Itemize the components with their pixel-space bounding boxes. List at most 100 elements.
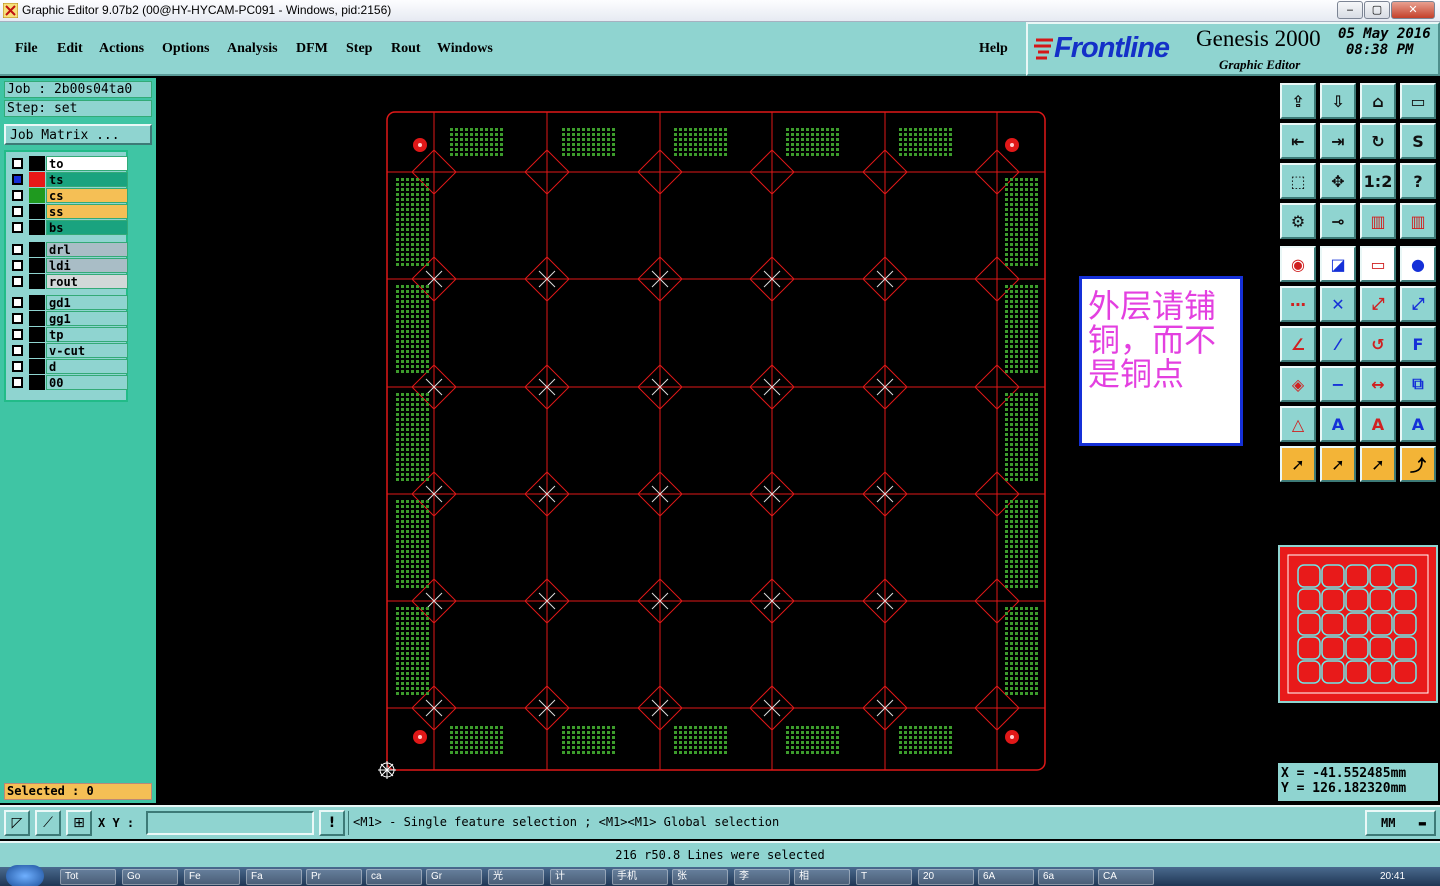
- home-icon[interactable]: ⇪: [1280, 83, 1316, 119]
- layer-checkbox[interactable]: [12, 313, 23, 324]
- group-icon[interactable]: ⧉: [1400, 366, 1436, 402]
- taskbar-item[interactable]: Gr: [426, 869, 482, 885]
- menu-help[interactable]: Help: [979, 41, 1008, 57]
- layer-checkbox[interactable]: [12, 377, 23, 388]
- layer-checkbox[interactable]: [12, 345, 23, 356]
- layer-checkbox[interactable]: [12, 174, 23, 185]
- layer-checkbox[interactable]: [12, 329, 23, 340]
- layer-row-gg1[interactable]: gg1: [10, 311, 128, 326]
- select-path-icon[interactable]: ⤴: [1400, 446, 1436, 482]
- title-bar[interactable]: Graphic Editor 9.07b2 (00@HY-HYCAM-PC091…: [0, 0, 1440, 22]
- home-step-icon[interactable]: ⌂: [1360, 83, 1396, 119]
- layer-checkbox[interactable]: [12, 190, 23, 201]
- layer-checkbox[interactable]: [12, 361, 23, 372]
- layer-name[interactable]: 00: [46, 375, 128, 390]
- menu-options[interactable]: Options: [162, 41, 209, 57]
- layer-name[interactable]: v-cut: [46, 343, 128, 358]
- layer-row-v-cut[interactable]: v-cut: [10, 343, 128, 358]
- taskbar-item[interactable]: Fa: [246, 869, 302, 885]
- start-button[interactable]: [6, 865, 44, 886]
- overview-thumbnail[interactable]: [1278, 545, 1438, 703]
- xy-input[interactable]: [146, 811, 314, 835]
- angle-icon[interactable]: ∠: [1280, 326, 1316, 362]
- menu-analysis[interactable]: Analysis: [227, 41, 278, 57]
- layer-name[interactable]: bs: [46, 220, 128, 235]
- layer-row-drl[interactable]: drl: [10, 242, 128, 257]
- transform-icon[interactable]: ◈: [1280, 366, 1316, 402]
- save-icon[interactable]: ⇩: [1320, 83, 1356, 119]
- window-icon[interactable]: ▭: [1400, 83, 1436, 119]
- layer-name[interactable]: d: [46, 359, 128, 374]
- layer-row-ldi[interactable]: ldi: [10, 258, 128, 273]
- layer-row-rout[interactable]: rout: [10, 274, 128, 289]
- menu-actions[interactable]: Actions: [99, 41, 144, 57]
- s-curve-icon[interactable]: S: [1400, 123, 1436, 159]
- taskbar-item[interactable]: 20: [918, 869, 974, 885]
- connect-icon[interactable]: ⋯: [1280, 286, 1316, 322]
- triangle-icon[interactable]: △: [1280, 406, 1316, 442]
- layer-name[interactable]: rout: [46, 274, 128, 289]
- snap-icon[interactable]: ⊸: [1320, 203, 1356, 239]
- center-icon[interactable]: ✥: [1320, 163, 1356, 199]
- taskbar-item[interactable]: 手机: [612, 869, 668, 885]
- layer-row-ts[interactable]: ts: [10, 172, 128, 187]
- resize-h-icon[interactable]: ↔: [1360, 366, 1396, 402]
- layer-name[interactable]: gg1: [46, 311, 128, 326]
- layer-name[interactable]: to: [46, 156, 128, 171]
- taskbar-item[interactable]: Fe: [184, 869, 240, 885]
- units-select[interactable]: MM ▬: [1365, 810, 1436, 836]
- swap-icon[interactable]: ↻: [1360, 123, 1396, 159]
- font-icon[interactable]: F: [1400, 326, 1436, 362]
- move-icon[interactable]: ⤢: [1360, 286, 1396, 322]
- layer-row-d[interactable]: d: [10, 359, 128, 374]
- layer-checkbox[interactable]: [12, 260, 23, 271]
- layer-name[interactable]: tp: [46, 327, 128, 342]
- measure-icon[interactable]: ⟋: [35, 810, 61, 836]
- menu-step[interactable]: Step: [346, 41, 372, 57]
- job-matrix-button[interactable]: Job Matrix ...: [4, 124, 152, 145]
- layer-row-tp[interactable]: tp: [10, 327, 128, 342]
- taskbar-item[interactable]: 6a: [1038, 869, 1094, 885]
- layer-row-00[interactable]: 00: [10, 375, 128, 390]
- minimize-button[interactable]: ‒: [1337, 1, 1363, 19]
- layer-name[interactable]: ss: [46, 204, 128, 219]
- layer-checkbox[interactable]: [12, 244, 23, 255]
- layer-row-bs[interactable]: bs: [10, 220, 128, 235]
- layer-row-ss[interactable]: ss: [10, 204, 128, 219]
- taskbar-item[interactable]: 光: [488, 869, 544, 885]
- layer-row-to[interactable]: to: [10, 156, 128, 171]
- layer-name[interactable]: cs: [46, 188, 128, 203]
- fit-icon[interactable]: ⬚: [1280, 163, 1316, 199]
- maximize-button[interactable]: ▢: [1364, 1, 1390, 19]
- arc-icon[interactable]: ↺: [1360, 326, 1396, 362]
- text-b-icon[interactable]: A: [1400, 406, 1436, 442]
- layer-row-gd1[interactable]: gd1: [10, 295, 128, 310]
- select-arrow-icon[interactable]: ➚: [1280, 446, 1316, 482]
- menu-edit[interactable]: Edit: [57, 41, 83, 57]
- taskbar-item[interactable]: Tot: [60, 869, 116, 885]
- ratio-label[interactable]: 1:2: [1360, 163, 1396, 199]
- menu-file[interactable]: File: [15, 41, 38, 57]
- layer-checkbox[interactable]: [12, 158, 23, 169]
- layers-red-icon[interactable]: ▥: [1360, 203, 1396, 239]
- taskbar-item[interactable]: 6A: [978, 869, 1034, 885]
- layer-row-cs[interactable]: cs: [10, 188, 128, 203]
- layer-checkbox[interactable]: [12, 276, 23, 287]
- taskbar-item[interactable]: 计: [550, 869, 606, 885]
- select-circle-icon[interactable]: ➚: [1360, 446, 1396, 482]
- ruler-icon[interactable]: ▭: [1360, 246, 1396, 282]
- menu-dfm[interactable]: DFM: [296, 41, 328, 57]
- prev-icon[interactable]: ⇤: [1280, 123, 1316, 159]
- copy-icon[interactable]: ⤢: [1400, 286, 1436, 322]
- delete-node-icon[interactable]: ✕: [1320, 286, 1356, 322]
- taskbar-item[interactable]: Pr: [306, 869, 362, 885]
- layer-name[interactable]: ldi: [46, 258, 128, 273]
- add-line-icon[interactable]: ◪: [1320, 246, 1356, 282]
- text-up-icon[interactable]: A: [1320, 406, 1356, 442]
- settings-icon[interactable]: ⚙: [1280, 203, 1316, 239]
- grid-icon[interactable]: ⊞: [66, 810, 92, 836]
- text-a-icon[interactable]: A: [1360, 406, 1396, 442]
- taskbar-item[interactable]: ca: [366, 869, 422, 885]
- taskbar-item[interactable]: Go: [122, 869, 178, 885]
- close-button[interactable]: ✕: [1391, 1, 1435, 19]
